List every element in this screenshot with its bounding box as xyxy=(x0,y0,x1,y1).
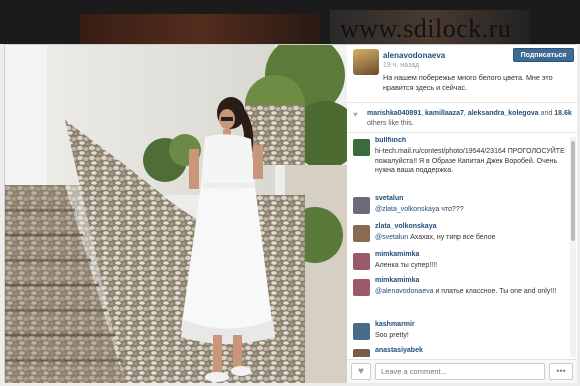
avatar[interactable] xyxy=(353,49,379,75)
screenshot-frame: www.sdilock.ru alenavodonaeva 19 ч. наза… xyxy=(0,0,580,386)
scrollbar-thumb[interactable] xyxy=(571,141,575,241)
commenter-avatar[interactable] xyxy=(353,253,370,270)
like-user[interactable]: aleksandra_kolegova xyxy=(468,110,539,117)
post-panel: alenavodonaeva 19 ч. назад Подписаться Н… xyxy=(4,44,577,383)
likes-count[interactable]: 18.6k xyxy=(554,110,572,117)
comment-username[interactable]: mimkamimka xyxy=(375,251,419,258)
comment-item: kashmarmir Soo pretty! xyxy=(353,321,563,347)
comment-item: mimkamimka Аленка ты супер!!!! xyxy=(353,251,563,277)
photo-illustration xyxy=(5,45,347,383)
comment-body: и платье классное. Ты one and only!!! xyxy=(435,288,557,295)
heart-icon: ♥ xyxy=(353,110,358,119)
comment-text: Аленка ты супер!!!! xyxy=(375,262,438,269)
comment-mention[interactable]: @zlata_volkonskaya xyxy=(375,206,439,213)
comment-username[interactable]: bullfiinch xyxy=(375,137,406,144)
watermark: www.sdilock.ru xyxy=(340,14,512,43)
comment-mention[interactable]: @svetalun xyxy=(375,234,408,241)
comment-item: svetalun @zlata_volkonskaya что??? xyxy=(353,195,563,223)
post-timestamp: 19 ч. назад xyxy=(383,62,420,69)
comments-list: bullfiinch hi-tech.mail.ru/contest/photo… xyxy=(347,137,569,357)
comment-mention[interactable]: @alenavodonaeva xyxy=(375,288,434,295)
commenter-avatar[interactable] xyxy=(353,349,370,357)
comment-text: @alenavodonaeva и платье классное. Ты on… xyxy=(375,287,565,297)
comment-item: mimkamimka @alenavodonaeva и платье клас… xyxy=(353,277,563,313)
commenter-avatar[interactable] xyxy=(353,197,370,214)
comment-username[interactable]: kashmarmir xyxy=(375,321,415,328)
background-blur xyxy=(80,14,320,44)
more-options-button[interactable]: ••• xyxy=(549,363,573,380)
post-caption: На нашем побережье много белого цвета. М… xyxy=(383,73,553,92)
comment-username[interactable]: svetalun xyxy=(375,195,403,202)
like-user[interactable]: kamillaaza7 xyxy=(425,110,464,117)
comment-input[interactable] xyxy=(375,363,545,380)
comment-username[interactable]: mimkamimka xyxy=(375,277,419,284)
comment-item: bullfiinch hi-tech.mail.ru/contest/photo… xyxy=(353,137,565,195)
post-header: alenavodonaeva 19 ч. назад Подписаться Н… xyxy=(347,45,577,103)
commenter-avatar[interactable] xyxy=(353,225,370,242)
comment-body: Ахахах, ну типр все белое xyxy=(410,234,496,241)
comment-text: @zlata_volkonskaya что??? xyxy=(375,205,565,215)
follow-button[interactable]: Подписаться xyxy=(513,48,574,62)
comment-text: @svetalun Ахахах, ну типр все белое xyxy=(375,233,565,243)
likes-suffix: others like this. xyxy=(367,120,414,127)
comment-text: Soo pretty! xyxy=(375,332,409,339)
likes-row: ♥ marishka040891, kamillaaza7, aleksandr… xyxy=(347,107,577,133)
commenter-avatar[interactable] xyxy=(353,139,370,156)
comment-body: что??? xyxy=(441,206,464,213)
comment-text: hi-tech.mail.ru/contest/photo/19544/2316… xyxy=(375,148,565,174)
commenter-avatar[interactable] xyxy=(353,323,370,340)
like-heart-button[interactable]: ♥ xyxy=(351,363,371,380)
comment-item: zlata_volkonskaya @svetalun Ахахах, ну т… xyxy=(353,223,563,251)
comment-username[interactable]: anastasiyabek xyxy=(375,347,423,354)
commenter-avatar[interactable] xyxy=(353,279,370,296)
post-username[interactable]: alenavodonaeva xyxy=(383,51,445,60)
post-photo[interactable] xyxy=(5,45,347,383)
comment-username[interactable]: zlata_volkonskaya xyxy=(375,223,436,230)
comment-item: anastasiyabek xyxy=(353,347,563,357)
like-user[interactable]: marishka040891 xyxy=(367,110,421,117)
post-sidebar: alenavodonaeva 19 ч. назад Подписаться Н… xyxy=(347,45,577,383)
comment-bar: ♥ ••• xyxy=(347,359,577,383)
likes-text: marishka040891, kamillaaza7, aleksandra_… xyxy=(367,110,572,127)
comments-scrollbar[interactable] xyxy=(570,137,576,357)
